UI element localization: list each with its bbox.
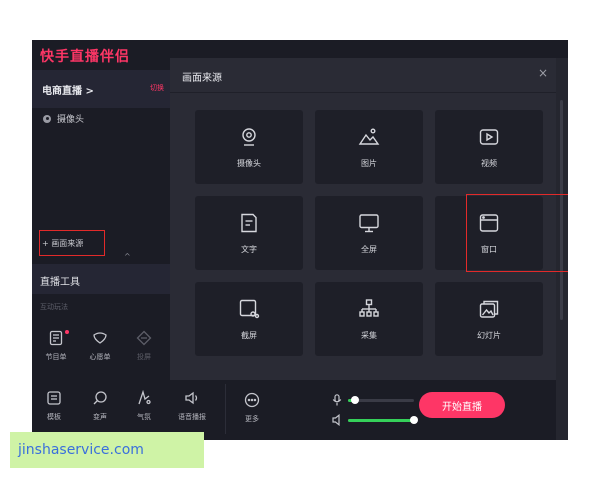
tool-voice-change[interactable]: 变声 <box>82 390 118 422</box>
wishlist-icon <box>92 330 108 346</box>
tools-subtitle: 互动玩法 <box>40 303 68 311</box>
slideshow-icon <box>478 298 500 320</box>
mic-volume-slider[interactable] <box>348 395 414 404</box>
tools-title: 直播工具 <box>40 277 80 288</box>
tool-more[interactable]: 更多 <box>234 392 270 424</box>
speaker-volume-slider[interactable] <box>348 415 418 424</box>
fullscreen-icon <box>358 212 380 234</box>
switch-link[interactable]: 切换 <box>150 83 164 93</box>
option-label: 全屏 <box>361 244 377 254</box>
tool-label: 心愿单 <box>89 353 111 361</box>
source-option-capture[interactable]: 采集 <box>315 282 423 356</box>
tool-cast[interactable]: 投屏 <box>126 330 162 362</box>
tool-label: 模板 <box>47 413 61 421</box>
speaker-volume-knob[interactable] <box>410 415 418 424</box>
voice-broadcast-icon <box>184 390 200 406</box>
channel-header[interactable]: 电商直播 > 切换 <box>32 70 170 108</box>
tools-header: 直播工具 <box>32 264 170 294</box>
tool-voice-broadcast[interactable]: 语音播报 <box>172 390 212 422</box>
close-icon[interactable]: × <box>538 66 548 80</box>
option-label: 采集 <box>361 330 377 340</box>
speaker-control <box>332 414 418 426</box>
tool-label: 气氛 <box>137 413 151 421</box>
text-icon <box>238 212 260 234</box>
option-label: 摄像头 <box>237 158 261 168</box>
option-label: 截屏 <box>241 330 257 340</box>
notification-dot <box>65 330 69 334</box>
dialog-divider <box>170 92 556 93</box>
option-label: 视频 <box>481 158 497 168</box>
video-icon <box>478 126 500 148</box>
option-label: 文字 <box>241 244 257 254</box>
mic-control <box>332 394 414 406</box>
tool-label: 节目单 <box>45 353 67 361</box>
channel-name[interactable]: 电商直播 > <box>42 82 94 97</box>
program-list-icon <box>48 330 64 346</box>
tool-atmosphere[interactable]: 气氛 <box>126 389 162 422</box>
tool-label: 变声 <box>93 413 107 421</box>
speaker-volume-fill <box>348 418 414 422</box>
source-option-camera[interactable]: 摄像头 <box>195 110 303 184</box>
option-label: 幻灯片 <box>477 330 501 340</box>
source-item-label: 摄像头 <box>57 115 85 125</box>
watermark-text: jinshaservice.com <box>10 432 204 468</box>
source-option-screenshot[interactable]: 截屏 <box>195 282 303 356</box>
source-option-image[interactable]: 图片 <box>315 110 423 184</box>
atmosphere-icon <box>136 389 152 406</box>
source-picker-dialog: 画面来源 × 摄像头 图片 视频 文字 全屏 窗口 截屏 采集 幻灯片 <box>170 58 568 380</box>
speaker-icon[interactable] <box>332 414 342 426</box>
tool-label: 语音播报 <box>178 413 206 421</box>
option-label: 图片 <box>361 158 377 168</box>
microphone-icon[interactable] <box>332 394 342 406</box>
tool-template[interactable]: 模板 <box>36 390 72 422</box>
more-icon <box>244 392 260 408</box>
location-pin-icon <box>43 114 51 123</box>
source-option-video[interactable]: 视频 <box>435 110 543 184</box>
source-option-text[interactable]: 文字 <box>195 196 303 270</box>
source-option-fullscreen[interactable]: 全屏 <box>315 196 423 270</box>
app-title: 快手直播伴侣 <box>40 49 130 65</box>
divider <box>225 384 226 434</box>
capture-icon <box>358 298 380 320</box>
screenshot-icon <box>238 298 260 320</box>
window-option-highlight <box>466 194 568 272</box>
tool-wishlist[interactable]: 心愿单 <box>82 330 118 362</box>
tool-label: 投屏 <box>137 353 151 361</box>
camera-icon <box>238 126 260 148</box>
voice-change-icon <box>92 390 108 406</box>
image-icon <box>358 126 380 148</box>
cast-icon <box>136 330 152 346</box>
collapse-chevron-icon[interactable]: ^ <box>124 252 131 261</box>
start-live-button[interactable]: 开始直播 <box>419 392 505 418</box>
source-option-slideshow[interactable]: 幻灯片 <box>435 282 543 356</box>
tool-program-list[interactable]: 节目单 <box>38 330 74 362</box>
tool-label: 更多 <box>245 415 259 423</box>
app-window: 快手直播伴侣 电商直播 > 切换 摄像头 + 画面来源 ^ 直播工具 互动玩法 … <box>32 40 568 440</box>
dialog-title: 画面来源 <box>182 73 222 84</box>
add-source-button[interactable]: + 画面来源 <box>39 230 105 256</box>
template-icon <box>46 390 62 406</box>
source-item-camera[interactable]: 摄像头 <box>43 112 84 125</box>
mic-volume-knob[interactable] <box>350 395 359 404</box>
